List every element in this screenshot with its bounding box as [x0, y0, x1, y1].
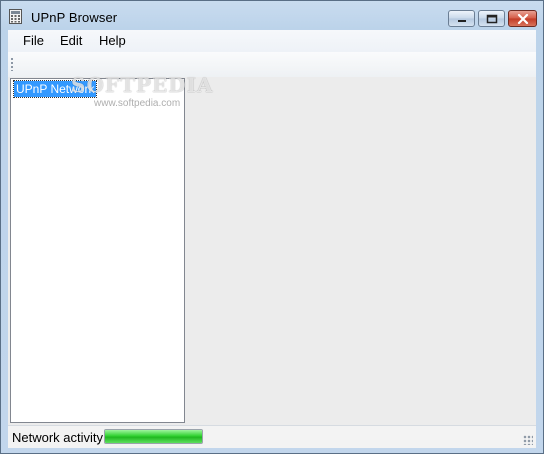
status-label: Network activity	[12, 430, 104, 445]
close-button[interactable]	[508, 10, 537, 27]
status-bar: Network activity	[8, 425, 536, 448]
close-icon	[517, 13, 528, 24]
watermark-logo: SOFTPEDIA	[71, 73, 214, 97]
title-bar[interactable]: UPnP Browser	[1, 1, 543, 29]
toolbar-grip[interactable]	[11, 58, 13, 71]
menu-bar: File Edit Help	[8, 30, 536, 52]
app-window: UPnP Browser File Edit Help UPnP Network	[0, 0, 544, 454]
resize-grip[interactable]	[523, 435, 533, 445]
progress-fill	[105, 430, 202, 443]
window-title: UPnP Browser	[31, 10, 118, 25]
menu-file[interactable]: File	[23, 33, 44, 48]
maximize-button[interactable]	[478, 10, 505, 27]
watermark-url: www.softpedia.com	[94, 98, 181, 109]
minimize-icon	[457, 19, 466, 22]
menu-help[interactable]: Help	[99, 33, 126, 48]
network-activity-progress	[104, 429, 203, 444]
minimize-button[interactable]	[448, 10, 475, 27]
menu-edit[interactable]: Edit	[60, 33, 82, 48]
device-tree[interactable]: UPnP Network	[10, 78, 185, 423]
maximize-icon	[486, 14, 497, 23]
app-icon	[9, 9, 22, 24]
main-area: UPnP Network SOFTPEDIA www.softpedia.com	[8, 73, 536, 425]
